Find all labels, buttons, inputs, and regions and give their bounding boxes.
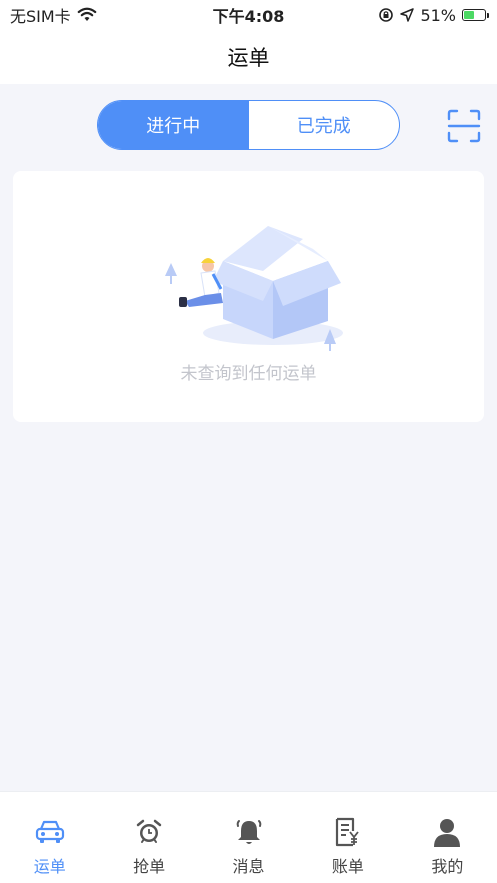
user-icon <box>434 819 461 847</box>
tab-messages[interactable]: 消息 <box>199 792 298 883</box>
tab-mine[interactable]: 我的 <box>398 792 497 883</box>
scan-button[interactable] <box>447 109 481 143</box>
tab-grab-order-label: 抢单 <box>133 857 166 876</box>
page-title: 运单 <box>227 46 270 70</box>
battery-icon <box>462 9 489 21</box>
tab-waybill[interactable]: 运单 <box>0 792 99 883</box>
status-segment: 进行中 已完成 <box>97 100 400 150</box>
location-arrow-icon <box>400 8 415 22</box>
tab-in-progress[interactable]: 进行中 <box>98 101 249 149</box>
orientation-lock-icon <box>379 8 394 22</box>
tab-completed[interactable]: 已完成 <box>249 101 400 149</box>
bottom-tab-bar: 运单 抢单 消息 账单 我的 <box>0 791 497 883</box>
alarm-clock-icon <box>136 819 162 843</box>
status-right: 51% <box>378 6 489 25</box>
tab-waybill-label: 运单 <box>33 857 66 876</box>
battery-percent: 51% <box>420 5 456 25</box>
status-bar: 无SIM卡 下午4:08 51% <box>0 0 497 30</box>
tab-mine-label: 我的 <box>431 857 464 876</box>
tab-messages-label: 消息 <box>232 857 265 876</box>
scan-icon <box>447 109 481 143</box>
tab-grab-order[interactable]: 抢单 <box>99 792 198 883</box>
carrier-label: 无SIM卡 <box>10 7 71 26</box>
tab-bills[interactable]: 账单 <box>298 792 397 883</box>
nav-bar: 运单 <box>0 30 497 84</box>
bill-icon <box>335 817 359 847</box>
empty-state-card: 未查询到任何运单 <box>13 171 484 422</box>
empty-box-illustration <box>165 226 343 351</box>
status-left: 无SIM卡 <box>10 3 97 27</box>
car-icon <box>35 820 64 843</box>
empty-message: 未查询到任何运单 <box>180 364 317 384</box>
wifi-icon <box>77 7 96 21</box>
bell-icon <box>236 820 261 844</box>
tab-bills-label: 账单 <box>331 857 364 876</box>
